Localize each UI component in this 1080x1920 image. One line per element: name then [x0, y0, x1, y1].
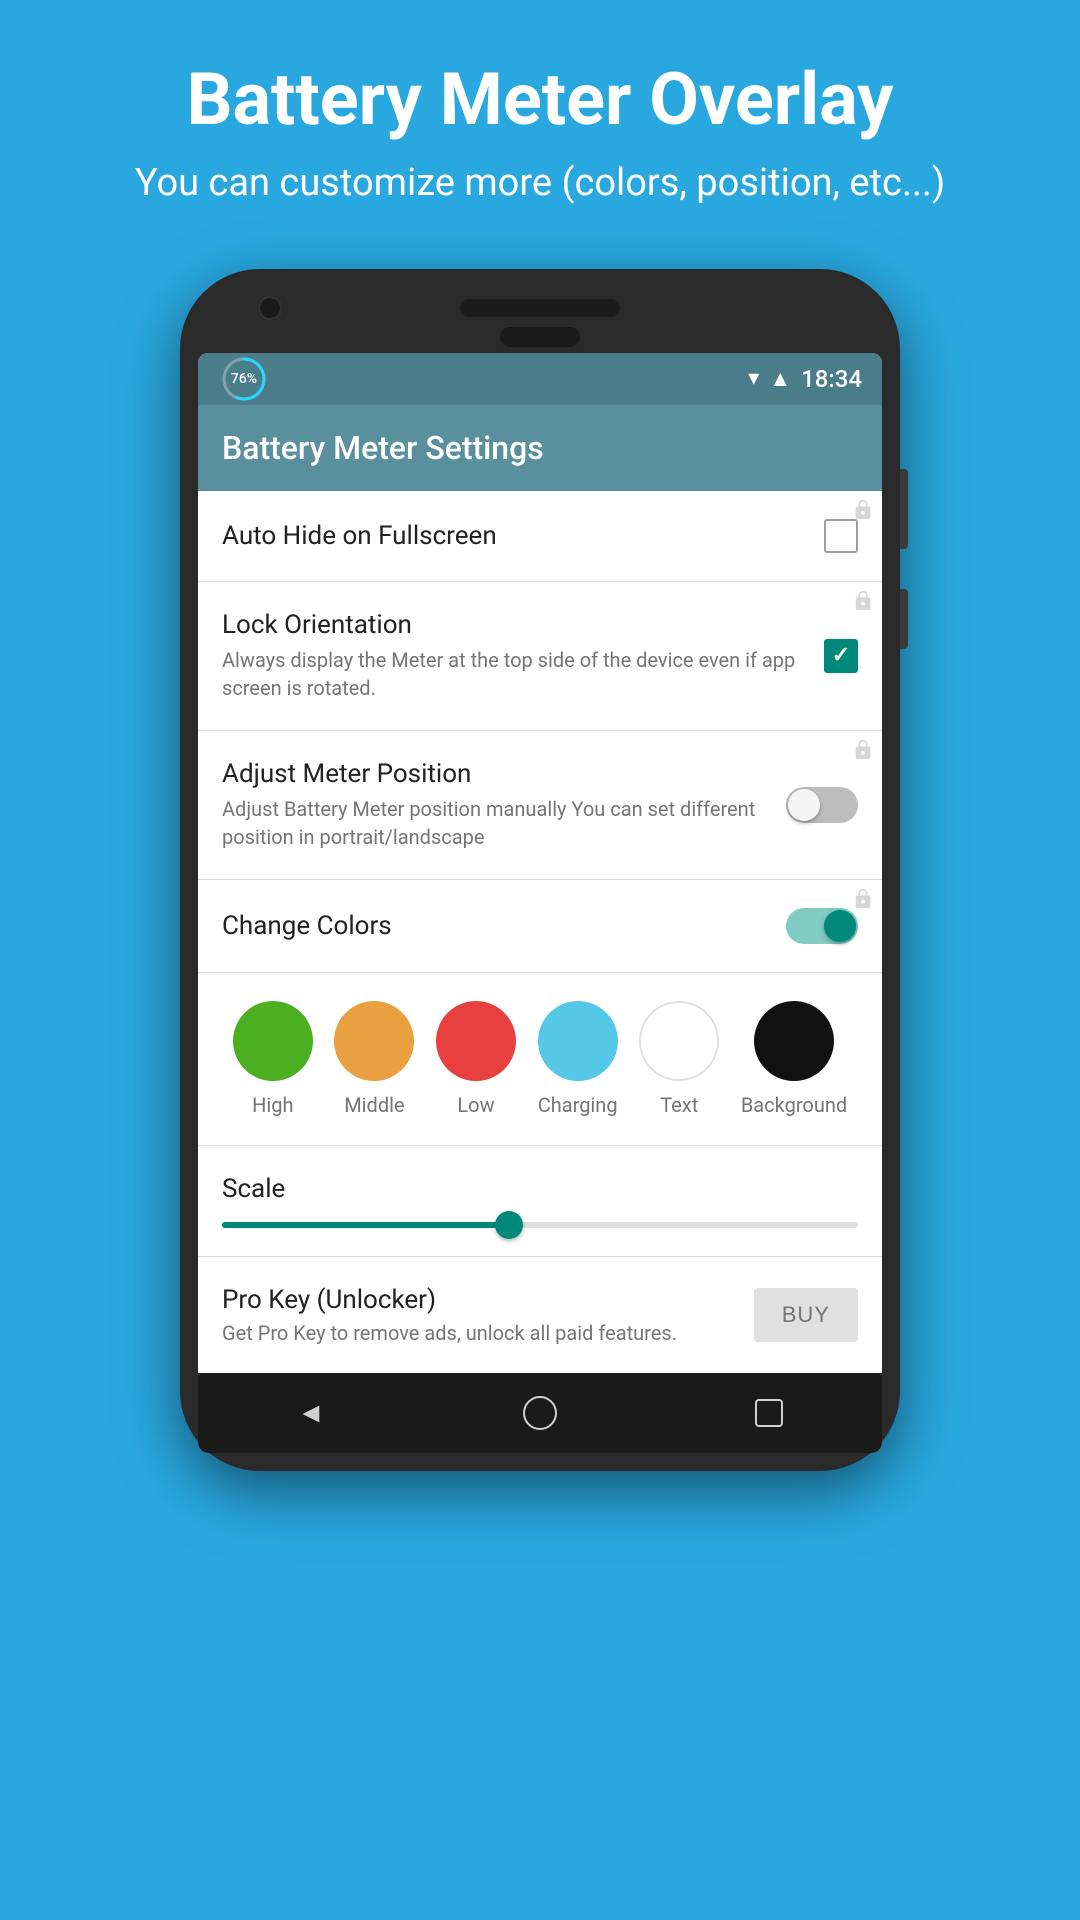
color-circle-low[interactable] — [436, 1001, 516, 1081]
color-item-high[interactable]: High — [233, 1001, 313, 1117]
color-item-low[interactable]: Low — [436, 1001, 516, 1117]
recent-button[interactable] — [755, 1399, 783, 1427]
change-colors-label: Change Colors — [222, 911, 766, 941]
wifi-icon: ▾ — [748, 366, 759, 391]
toolbar-title: Battery Meter Settings — [222, 429, 858, 467]
phone-outer: 76% ▾ ▲ 18:34 Battery Meter Settings A — [180, 269, 900, 1471]
color-item-charging[interactable]: Charging — [538, 1001, 618, 1117]
setting-auto-hide[interactable]: Auto Hide on Fullscreen — [198, 491, 882, 582]
status-bar: 76% ▾ ▲ 18:34 — [198, 353, 882, 405]
slider-thumb[interactable] — [495, 1211, 523, 1239]
app-subtitle: You can customize more (colors, position… — [40, 159, 1040, 208]
setting-lock-orientation[interactable]: Lock Orientation Always display the Mete… — [198, 582, 882, 731]
adjust-position-desc: Adjust Battery Meter position manually Y… — [222, 795, 766, 851]
pro-description: Get Pro Key to remove ads, unlock all pa… — [222, 1321, 754, 1345]
battery-indicator: 76% — [218, 353, 270, 405]
adjust-position-label: Adjust Meter Position — [222, 759, 766, 789]
scale-label: Scale — [222, 1174, 858, 1204]
colors-row: High Middle Low Charging Text Background — [198, 973, 882, 1146]
slider-track[interactable] — [222, 1222, 858, 1228]
buy-button[interactable]: BUY — [754, 1288, 858, 1342]
volume-button[interactable] — [900, 469, 908, 549]
adjust-position-toggle[interactable] — [786, 787, 858, 823]
color-label-text: Text — [660, 1093, 698, 1117]
adjust-position-lock-icon — [852, 739, 874, 761]
phone-wrapper: 76% ▾ ▲ 18:34 Battery Meter Settings A — [180, 269, 900, 1471]
color-item-text[interactable]: Text — [639, 1001, 719, 1117]
color-item-middle[interactable]: Middle — [334, 1001, 414, 1117]
color-item-background[interactable]: Background — [741, 1001, 847, 1117]
color-circle-high[interactable] — [233, 1001, 313, 1081]
slider-fill — [222, 1222, 508, 1228]
auto-hide-lock-icon — [852, 499, 874, 521]
battery-percent: 76% — [231, 371, 257, 387]
scale-row: Scale — [198, 1146, 882, 1257]
change-colors-lock-icon — [852, 888, 874, 910]
pro-title: Pro Key (Unlocker) — [222, 1285, 754, 1315]
setting-change-colors[interactable]: Change Colors — [198, 880, 882, 973]
header-area: Battery Meter Overlay You can customize … — [0, 0, 1080, 249]
app-title: Battery Meter Overlay — [40, 60, 1040, 139]
color-circle-text[interactable] — [639, 1001, 719, 1081]
lock-button[interactable] — [900, 589, 908, 649]
color-label-background: Background — [741, 1093, 847, 1117]
color-label-middle: Middle — [344, 1093, 404, 1117]
status-icons: ▾ ▲ 18:34 — [748, 365, 862, 393]
auto-hide-checkbox[interactable] — [824, 519, 858, 553]
back-button[interactable]: ◄ — [297, 1396, 325, 1429]
app-toolbar: Battery Meter Settings — [198, 405, 882, 491]
color-label-charging: Charging — [538, 1093, 618, 1117]
setting-adjust-position[interactable]: Adjust Meter Position Adjust Battery Met… — [198, 731, 882, 880]
color-label-low: Low — [457, 1093, 494, 1117]
camera-icon — [258, 296, 282, 320]
pro-key-row: Pro Key (Unlocker) Get Pro Key to remove… — [198, 1257, 882, 1373]
speaker-grille — [460, 299, 620, 317]
auto-hide-label: Auto Hide on Fullscreen — [222, 521, 804, 551]
color-circle-charging[interactable] — [538, 1001, 618, 1081]
lock-orientation-label: Lock Orientation — [222, 610, 804, 640]
home-button[interactable] — [523, 1396, 557, 1430]
color-circle-background[interactable] — [754, 1001, 834, 1081]
color-label-high: High — [252, 1093, 293, 1117]
settings-list: Auto Hide on Fullscreen Lock Orientation… — [198, 491, 882, 1373]
lock-orientation-checkbox[interactable] — [824, 639, 858, 673]
status-time: 18:34 — [801, 365, 862, 393]
lock-orientation-lock-icon — [852, 590, 874, 612]
change-colors-toggle[interactable] — [786, 908, 858, 944]
signal-icon: ▲ — [769, 366, 791, 392]
color-circle-middle[interactable] — [334, 1001, 414, 1081]
nav-bar: ◄ — [198, 1373, 882, 1453]
lock-orientation-desc: Always display the Meter at the top side… — [222, 646, 804, 702]
earpiece — [500, 327, 580, 347]
phone-screen: 76% ▾ ▲ 18:34 Battery Meter Settings A — [198, 353, 882, 1453]
